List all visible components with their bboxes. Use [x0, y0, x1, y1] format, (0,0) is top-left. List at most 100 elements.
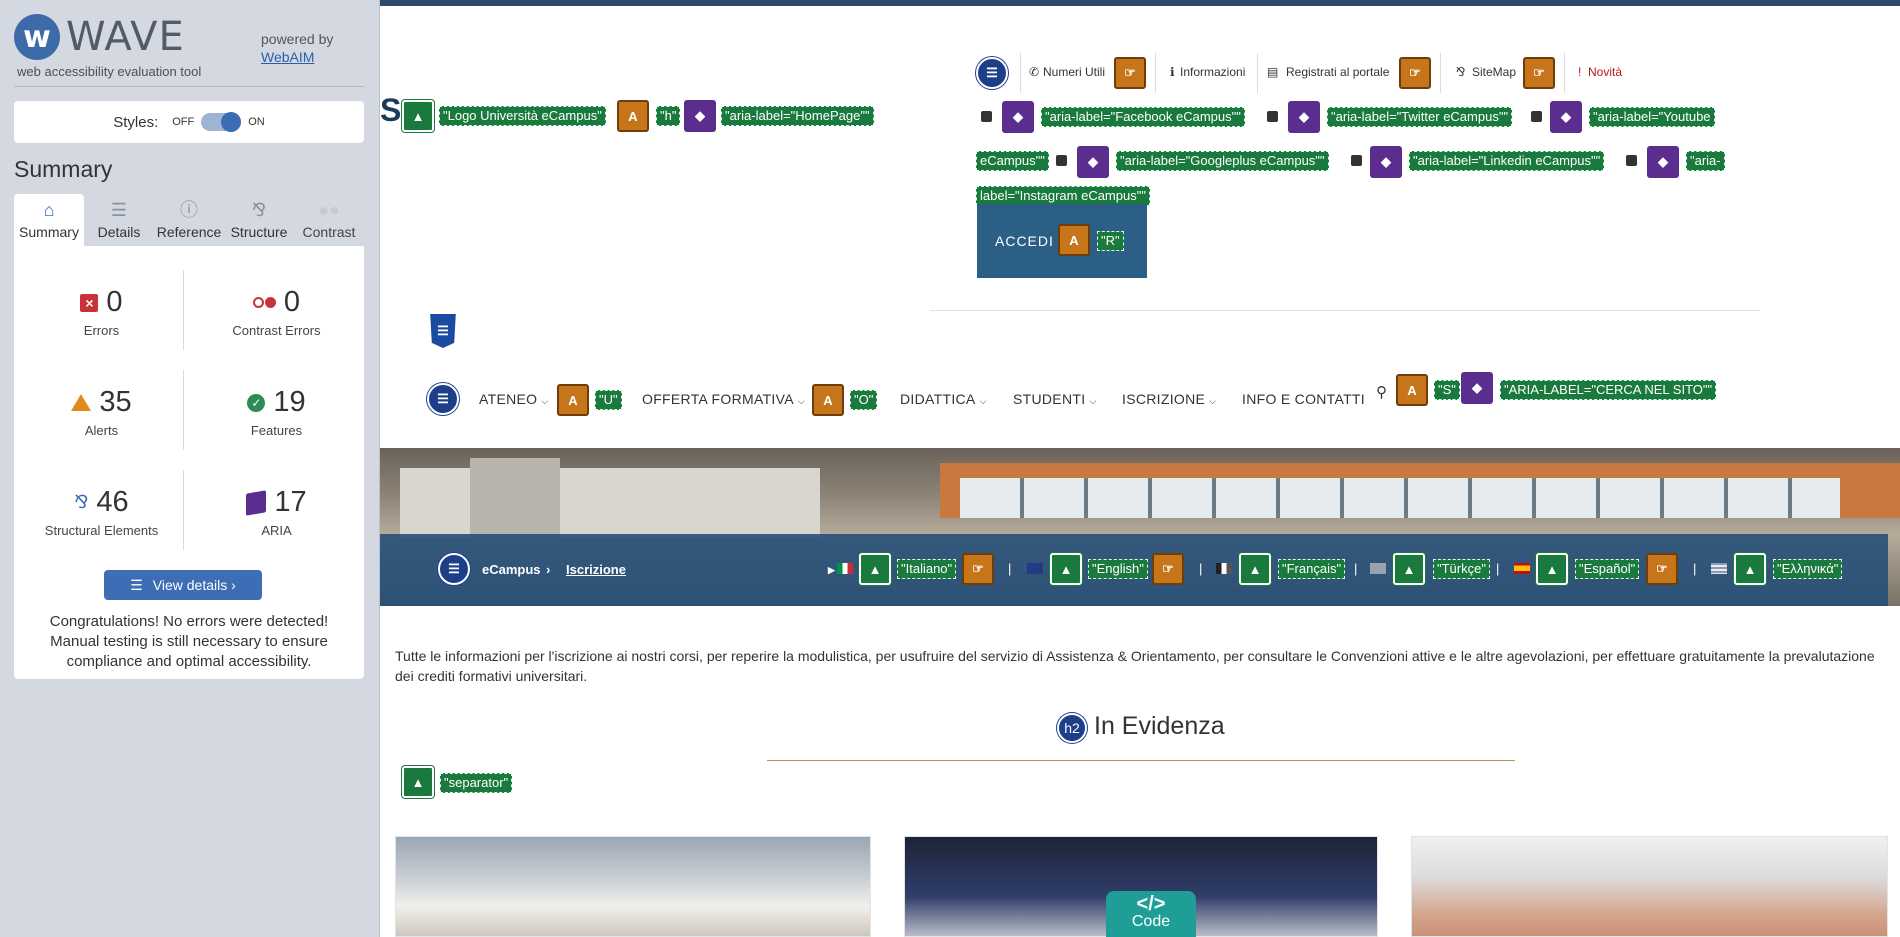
instagram-aria-tag-cont: label="Instagram eCampus"" — [976, 186, 1150, 206]
instagram-icon[interactable] — [1626, 155, 1637, 166]
tab-contrast-label: Contrast — [302, 224, 356, 240]
card-image-writing[interactable] — [1411, 836, 1888, 937]
nav-studenti[interactable]: STUDENTI ⌵ — [1013, 391, 1097, 407]
image-icon[interactable]: ▲ — [1393, 553, 1425, 585]
chevron-down-icon: ⌵ — [1209, 396, 1217, 406]
webaim-link[interactable]: WebAIM — [261, 49, 314, 65]
card-image-students[interactable] — [395, 836, 871, 937]
congrats-message: Congratulations! No errors were detected… — [49, 613, 329, 670]
aria-tag-icon[interactable]: ◆ — [1370, 146, 1402, 178]
alert-icon[interactable]: ☞ — [1152, 553, 1184, 585]
structural-count: 46 — [96, 486, 129, 518]
styles-toggle[interactable] — [201, 112, 242, 132]
view-details-button[interactable]: ☰ View details › — [104, 570, 262, 600]
alert-icon[interactable]: A — [812, 384, 844, 416]
lang-separator: | — [1496, 561, 1500, 576]
tab-summary[interactable]: ⌂ Summary — [14, 194, 84, 246]
util-numeri-utili[interactable]: Numeri Utili — [1043, 65, 1105, 79]
phone-icon: ✆ — [1029, 65, 1040, 79]
flag-france-icon — [1216, 563, 1232, 574]
nav-iscrizione-label: ISCRIZIONE — [1122, 391, 1206, 407]
stat-contrast-errors[interactable]: 0 Contrast Errors — [189, 286, 364, 338]
list-icon: ☰ — [130, 576, 143, 593]
stat-aria[interactable]: 17 ARIA — [189, 486, 364, 538]
linked-image-icon[interactable]: ▲ — [1050, 553, 1082, 585]
flag-spain-icon — [1514, 563, 1530, 574]
util-novita[interactable]: Novità — [1588, 65, 1622, 79]
wave-logo[interactable]: w WAVE — [14, 14, 185, 60]
twitter-icon[interactable] — [1267, 111, 1278, 122]
tab-reference-label: Reference — [156, 224, 222, 240]
alert-icon[interactable]: A — [1396, 374, 1428, 406]
contrast-errors-label: Contrast Errors — [232, 323, 321, 338]
image-icon[interactable]: ▲ — [1734, 553, 1766, 585]
accedi-r-tag: "R" — [1097, 231, 1124, 251]
facebook-icon[interactable] — [981, 111, 992, 122]
stat-errors[interactable]: × 0 Errors — [14, 286, 189, 338]
nav-ateneo-label: ATENEO — [479, 391, 538, 407]
lang-francais-tag[interactable]: "Français" — [1278, 559, 1346, 579]
aria-tag-icon[interactable]: ◆ — [1550, 101, 1582, 133]
lang-italiano-tag[interactable]: "Italiano" — [897, 559, 957, 579]
stat-structural[interactable]: ⅋ 46 Structural Elements — [14, 486, 189, 538]
util-separator — [1020, 53, 1021, 93]
divider — [14, 86, 364, 87]
list-structure-icon[interactable]: ☰ — [976, 57, 1008, 89]
lang-greek-tag[interactable]: "Ελληνικά" — [1773, 559, 1843, 579]
googleplus-icon[interactable] — [1056, 155, 1067, 166]
linked-image-icon[interactable]: ▲ — [859, 553, 891, 585]
logo-fragment[interactable]: S — [380, 92, 401, 129]
tab-reference[interactable]: ⓘ Reference — [154, 194, 224, 246]
aria-tag-icon[interactable]: ◆ — [1288, 101, 1320, 133]
util-informazioni[interactable]: Informazioni — [1180, 65, 1245, 79]
stat-features[interactable]: ✓ 19 Features — [189, 386, 364, 438]
aria-tag-icon[interactable]: ◆ — [1647, 146, 1679, 178]
code-view-button[interactable]: </> Code — [1106, 891, 1196, 937]
breadcrumb-current[interactable]: Iscrizione — [566, 562, 626, 577]
nav-info-contatti[interactable]: INFO E CONTATTI — [1242, 391, 1365, 407]
aria-tag-icon[interactable]: ◆ — [1077, 146, 1109, 178]
nav-iscrizione[interactable]: ISCRIZIONE ⌵ — [1122, 391, 1216, 407]
css-shield-icon[interactable]: ☰ — [430, 314, 456, 348]
list-structure-icon[interactable]: ☰ — [438, 553, 470, 585]
alert-icon[interactable]: A — [557, 384, 589, 416]
tab-contrast[interactable]: ●● Contrast — [294, 194, 364, 246]
lang-turkce-tag[interactable]: "Türkçe" — [1433, 559, 1490, 579]
stat-alerts[interactable]: 35 Alerts — [14, 386, 189, 438]
alert-icon[interactable]: A — [617, 100, 649, 132]
code-icon: </> — [1136, 893, 1166, 915]
h2-badge-icon[interactable]: h2 — [1057, 713, 1087, 743]
linkedin-icon[interactable] — [1351, 155, 1362, 166]
alert-icon[interactable]: ☞ — [1114, 57, 1146, 89]
lang-separator: | — [1199, 561, 1203, 576]
tab-structure[interactable]: ⅋ Structure — [224, 194, 294, 246]
linked-image-icon[interactable]: ▲ — [1536, 553, 1568, 585]
breadcrumb-home[interactable]: eCampus — [482, 562, 541, 577]
facebook-aria-tag: "aria-label="Facebook eCampus"" — [1041, 107, 1245, 127]
search-icon[interactable]: ⚲ — [1376, 383, 1387, 401]
lang-english-tag[interactable]: "English" — [1088, 559, 1148, 579]
image-icon[interactable]: ▲ — [1239, 553, 1271, 585]
alert-icon[interactable]: ☞ — [1523, 57, 1555, 89]
alert-icon[interactable]: ☞ — [962, 553, 994, 585]
util-sitemap[interactable]: SiteMap — [1472, 65, 1516, 79]
lang-espanol-tag[interactable]: "Español" — [1575, 559, 1640, 579]
lang-separator: | — [1693, 561, 1697, 576]
image-icon[interactable]: ▲ — [402, 766, 434, 798]
flag-greece-icon — [1711, 563, 1727, 574]
alert-icon[interactable]: ☞ — [1646, 553, 1678, 585]
youtube-icon[interactable] — [1531, 111, 1542, 122]
list-structure-icon[interactable]: ☰ — [427, 383, 459, 415]
aria-tag-icon[interactable]: ◆ — [1002, 101, 1034, 133]
aria-tag-icon[interactable]: ◆ — [684, 100, 716, 132]
nav-ateneo[interactable]: ATENEO ⌵ — [479, 391, 548, 407]
nav-offerta-formativa[interactable]: OFFERTA FORMATIVA ⌵ — [642, 391, 805, 407]
alert-icon[interactable]: A — [1058, 224, 1090, 256]
tab-details[interactable]: ☰ Details — [84, 194, 154, 246]
nav-offerta-label: OFFERTA FORMATIVA — [642, 391, 794, 407]
linked-image-icon[interactable]: ▲ — [402, 100, 434, 132]
aria-tag-icon[interactable]: ◆ — [1461, 372, 1493, 404]
alert-icon[interactable]: ☞ — [1399, 57, 1431, 89]
nav-didattica[interactable]: DIDATTICA ⌵ — [900, 391, 987, 407]
util-registrati[interactable]: Registrati al portale — [1286, 65, 1389, 79]
